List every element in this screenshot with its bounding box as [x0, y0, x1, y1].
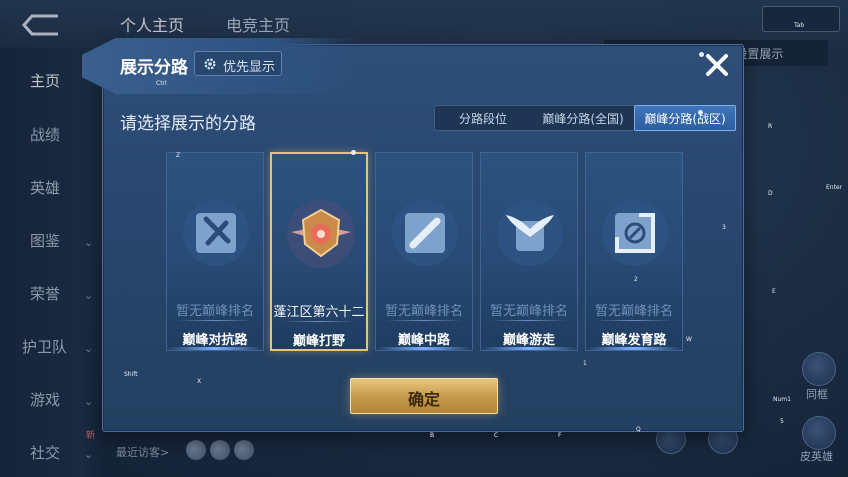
card-glow	[586, 347, 682, 350]
key-hint: W	[686, 336, 692, 343]
tab-label: 分路段位	[458, 112, 507, 126]
key-hint: C	[494, 432, 499, 439]
key-hint: R	[768, 123, 773, 130]
rank-text: 暂无巅峰排名	[384, 304, 463, 319]
divider	[386, 320, 462, 321]
lane-name: 巅峰打野	[292, 334, 345, 349]
rank-text: 暂无巅峰排名	[594, 304, 673, 319]
priority-display-label: 优先显示	[223, 60, 276, 75]
divider	[596, 320, 672, 321]
key-hint: Shift	[124, 371, 138, 378]
rank-text: 暂无巅峰排名	[489, 304, 568, 319]
lane-card-farm[interactable]: 暂无巅峰排名 巅峰发育路	[585, 152, 683, 351]
key-hint: 5	[780, 418, 784, 425]
key-hint: D	[768, 190, 773, 197]
mid-lane-icon	[392, 200, 458, 266]
key-hint: Num1	[773, 396, 791, 403]
card-glow	[376, 347, 472, 350]
key-hint: Enter	[826, 184, 843, 191]
lane-card-roam[interactable]: 暂无巅峰排名 巅峰游走	[480, 152, 578, 351]
key-hint: 1	[583, 360, 587, 367]
card-glow	[481, 347, 577, 350]
gear-icon	[204, 58, 216, 70]
tab-peak-national[interactable]: 巅峰分路(全国)	[531, 106, 635, 130]
tab-lane-rank[interactable]: 分路段位	[435, 106, 531, 130]
dialog-title: 展示分路	[120, 58, 188, 78]
dialog-subtitle: 请选择展示的分路	[120, 114, 256, 134]
divider	[282, 321, 356, 322]
tab-label: 巅峰分路(战区)	[644, 112, 726, 126]
jungle-badge-icon	[287, 200, 355, 268]
crossed-swords-icon	[183, 200, 249, 266]
lane-name: 巅峰中路	[397, 333, 450, 348]
key-hint: X	[197, 378, 202, 385]
key-hint: Ctrl	[156, 80, 167, 87]
lane-card-top[interactable]: 暂无巅峰排名 巅峰对抗路	[166, 152, 264, 351]
wings-icon	[497, 200, 563, 266]
tab-label: 巅峰分路(全国)	[542, 112, 624, 126]
key-hint-dot	[699, 52, 704, 57]
key-hint: F	[558, 432, 562, 439]
key-hint-dot	[698, 110, 703, 115]
key-hint: Q	[636, 426, 641, 433]
lane-card-jungle[interactable]: 蓬江区第六十二 巅峰打野	[270, 152, 368, 351]
rank-text: 暂无巅峰排名	[175, 304, 254, 319]
lane-name: 巅峰对抗路	[182, 333, 248, 348]
key-hint: 2	[634, 276, 638, 283]
divider	[177, 320, 253, 321]
key-hint: Tab	[794, 22, 805, 29]
key-hint: E	[772, 288, 776, 295]
lane-name: 巅峰发育路	[601, 333, 667, 348]
confirm-button[interactable]: 确定	[350, 378, 498, 414]
key-hint: Z	[176, 152, 181, 159]
lane-card-mid[interactable]: 暂无巅峰排名 巅峰中路	[375, 152, 473, 351]
key-hint-dot	[351, 150, 356, 155]
farm-lane-icon	[602, 200, 668, 266]
priority-display-button[interactable]: 优先显示	[194, 51, 282, 76]
divider	[491, 320, 567, 321]
tab-peak-district[interactable]: 巅峰分路(战区)	[634, 105, 736, 131]
key-hint: 3	[722, 224, 726, 231]
card-glow	[167, 347, 263, 350]
lane-name: 巅峰游走	[502, 333, 555, 348]
rank-text: 蓬江区第六十二	[273, 305, 365, 320]
close-icon[interactable]	[703, 51, 731, 79]
lane-tabs: 分路段位 巅峰分路(全国) 巅峰分路(战区)	[434, 105, 736, 131]
key-hint: B	[430, 432, 435, 439]
